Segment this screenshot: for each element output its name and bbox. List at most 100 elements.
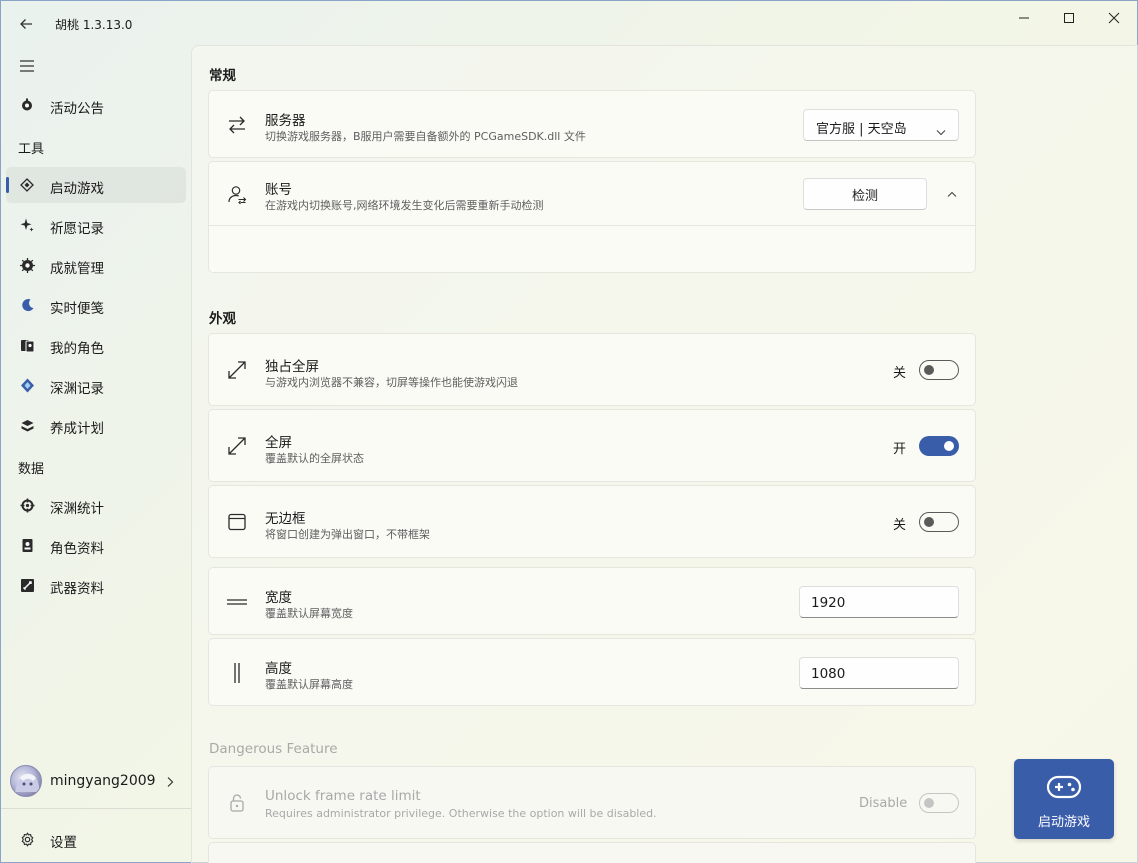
width-input-value: 1920: [811, 595, 846, 611]
fullscreen-title: 全屏: [265, 435, 292, 451]
detect-account-button[interactable]: 检测: [803, 178, 927, 210]
my-characters-icon: [19, 337, 35, 353]
sidebar-item-announcement[interactable]: 活动公告: [6, 87, 186, 123]
switch-arrows-icon: [226, 114, 248, 136]
borderless-description: 将窗口创建为弹出窗口，不带框架: [265, 528, 430, 541]
borderless-title: 无边框: [265, 511, 306, 527]
server-select[interactable]: 官方服 | 天空岛: [803, 109, 959, 141]
exclusive-fullscreen-toggle[interactable]: [919, 360, 959, 380]
height-input-value: 1080: [811, 666, 846, 682]
expander-divider: [209, 225, 975, 226]
abyss-statistics-icon: [19, 497, 35, 513]
height-input[interactable]: 1080: [799, 657, 959, 689]
chevron-up-icon: [947, 191, 957, 197]
weapon-wiki-icon: [19, 577, 35, 593]
unlock-fps-toggle[interactable]: [919, 793, 959, 813]
sidebar-item-label: 角色资料: [50, 541, 104, 557]
fullscreen-card: 全屏 覆盖默认的全屏状态 开: [208, 409, 976, 482]
nav-section-tools: 工具: [18, 142, 45, 157]
back-button[interactable]: [13, 11, 39, 37]
width-input[interactable]: 1920: [799, 586, 959, 618]
sidebar-item-wish-record[interactable]: 祈愿记录: [6, 207, 186, 243]
sidebar-item-label: 祈愿记录: [50, 221, 104, 237]
window-title: 胡桃 1.3.13.0: [55, 18, 133, 32]
app-window: 胡桃 1.3.13.0 活动公告 工具 启动游戏 祈愿记录 成就管理 实时便笺 …: [0, 0, 1138, 863]
unlock-fps-state: Disable: [859, 796, 908, 811]
gamepad-icon: [1046, 773, 1082, 805]
title-bar: 胡桃 1.3.13.0: [1, 1, 1137, 45]
minimize-button[interactable]: [1002, 5, 1046, 31]
maximize-button[interactable]: [1047, 5, 1091, 31]
sidebar-item-abyss-record[interactable]: 深渊记录: [6, 367, 186, 403]
launch-game-button[interactable]: 启动游戏: [1014, 759, 1114, 839]
nav-section-data: 数据: [18, 462, 45, 477]
sidebar-item-label: 设置: [50, 835, 77, 851]
sidebar-item-label: 武器资料: [50, 581, 104, 597]
sidebar-item-launch-game[interactable]: 启动游戏: [6, 167, 186, 203]
borderless-state: 关: [893, 518, 907, 533]
expander-collapse-button[interactable]: [943, 185, 961, 203]
sidebar-item-realtime-note[interactable]: 实时便笺: [6, 287, 186, 323]
server-select-value: 官方服 | 天空岛: [816, 122, 907, 137]
sidebar-item-achievement[interactable]: 成就管理: [6, 247, 186, 283]
unlock-fps-card: Unlock frame rate limit Requires adminis…: [208, 766, 976, 839]
server-description: 切换游戏服务器，B服用户需要自备额外的 PCGameSDK.dll 文件: [265, 130, 586, 143]
lock-icon: [226, 792, 248, 814]
width-description: 覆盖默认屏幕宽度: [265, 607, 353, 620]
sidebar-item-settings[interactable]: 设置: [6, 821, 186, 857]
user-account-button[interactable]: mingyang2009: [6, 759, 186, 803]
avatar: [10, 765, 42, 797]
sidebar-item-weapon-wiki[interactable]: 武器资料: [6, 567, 186, 603]
sidebar-item-cultivation[interactable]: 养成计划: [6, 407, 186, 443]
width-lines-icon: [226, 591, 248, 613]
announcement-icon: [19, 97, 35, 113]
sidebar-item-character-wiki[interactable]: 角色资料: [6, 527, 186, 563]
close-icon: [1108, 12, 1120, 24]
active-indicator: [6, 177, 9, 193]
sidebar-item-my-characters[interactable]: 我的角色: [6, 327, 186, 363]
expand-diagonal-icon: [226, 435, 248, 457]
back-arrow-icon: [20, 19, 32, 29]
server-title: 服务器: [265, 113, 306, 129]
sidebar-item-label: 养成计划: [50, 421, 104, 437]
account-switch-icon: [226, 184, 248, 206]
expand-diagonal-icon: [226, 359, 248, 381]
close-button[interactable]: [1092, 5, 1136, 31]
exclusive-fullscreen-state: 关: [893, 366, 907, 381]
account-title: 账号: [265, 182, 292, 198]
exclusive-fullscreen-title: 独占全屏: [265, 359, 319, 375]
menu-toggle-button[interactable]: [13, 53, 41, 79]
achievement-icon: [19, 257, 35, 273]
exclusive-fullscreen-description: 与游戏内浏览器不兼容，切屏等操作也能使游戏闪退: [265, 376, 518, 389]
fullscreen-toggle[interactable]: [919, 436, 959, 456]
maximize-icon: [1064, 13, 1074, 23]
sidebar-divider: [1, 808, 191, 809]
fullscreen-description: 覆盖默认的全屏状态: [265, 452, 364, 465]
borderless-toggle[interactable]: [919, 512, 959, 532]
sidebar-item-abyss-statistics[interactable]: 深渊统计: [6, 487, 186, 523]
section-general-title: 常规: [209, 68, 236, 84]
height-lines-icon: [226, 662, 248, 684]
server-card: 服务器 切换游戏服务器，B服用户需要自备额外的 PCGameSDK.dll 文件…: [208, 90, 976, 158]
width-title: 宽度: [265, 590, 292, 606]
settings-content: 常规 服务器 切换游戏服务器，B服用户需要自备额外的 PCGameSDK.dll…: [191, 45, 1138, 863]
minimize-icon: [1019, 17, 1029, 19]
abyss-record-icon: [19, 377, 35, 393]
sidebar-item-label: 我的角色: [50, 341, 104, 357]
toggle-knob: [924, 517, 934, 527]
sidebar-item-label: 启动游戏: [50, 181, 104, 197]
height-title: 高度: [265, 661, 292, 677]
sidebar-item-label: 深渊统计: [50, 501, 104, 517]
width-card: 宽度 覆盖默认屏幕宽度 1920: [208, 567, 976, 635]
launch-game-label: 启动游戏: [1037, 815, 1090, 830]
user-name: mingyang2009: [50, 773, 156, 789]
chevron-down-icon: [936, 121, 946, 140]
chevron-right-icon: [166, 773, 174, 792]
wish-sparkle-icon: [19, 217, 35, 233]
toggle-knob: [924, 798, 934, 808]
unlock-fps-description: Requires administrator privilege. Otherw…: [265, 807, 657, 820]
character-wiki-icon: [19, 537, 35, 553]
fullscreen-state: 开: [893, 442, 907, 457]
sidebar-item-label: 深渊记录: [50, 381, 104, 397]
sidebar-item-label: 活动公告: [50, 101, 104, 117]
